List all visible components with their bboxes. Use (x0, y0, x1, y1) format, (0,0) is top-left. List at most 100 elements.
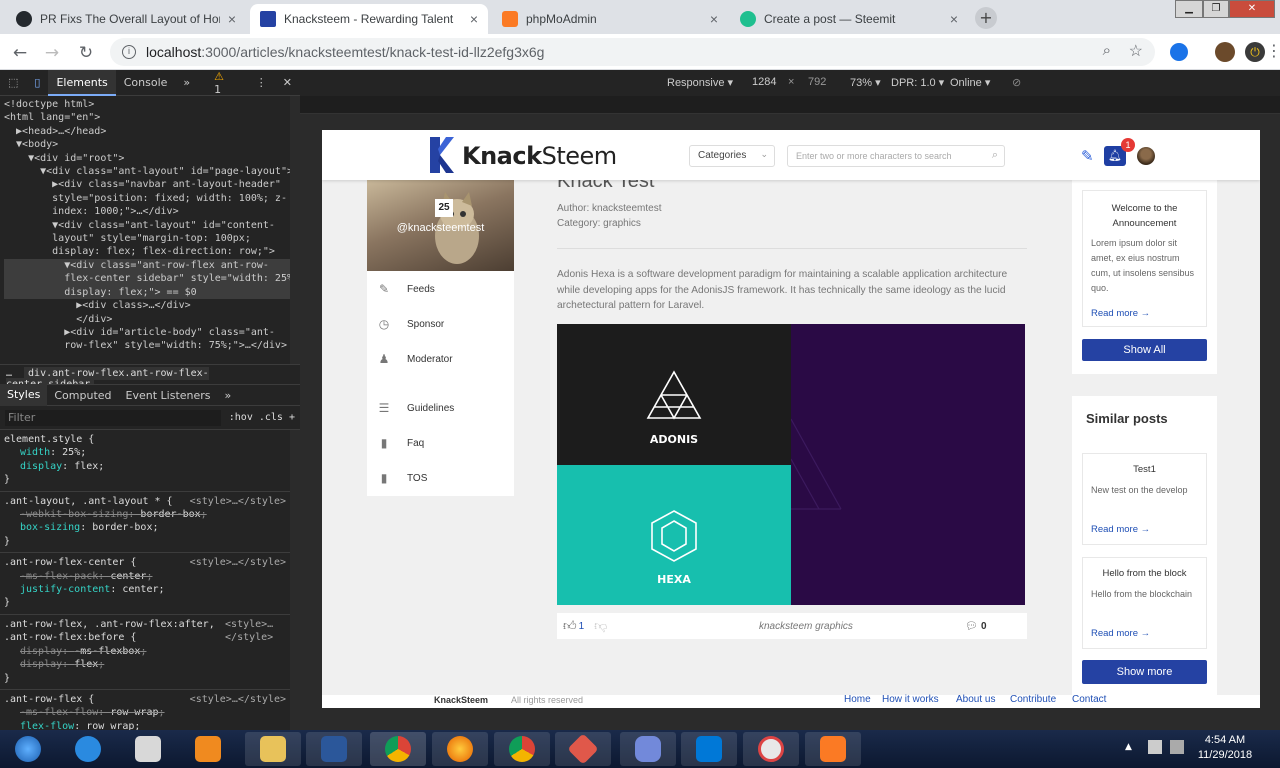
rule-source[interactable]: <style>…</style> (190, 556, 286, 569)
taskbar-chrome[interactable] (370, 732, 426, 766)
tab-github[interactable]: PR Fixs The Overall Layout of Hom × (6, 4, 246, 34)
rule-source[interactable]: <style>…</style> (190, 693, 286, 706)
comment-icon[interactable]: 💬︎ (965, 621, 978, 632)
zoom-search-icon[interactable]: ⌕ (1103, 42, 1111, 59)
tray-network-icon[interactable] (1148, 740, 1162, 754)
css-property[interactable]: justify-content: center; (4, 583, 286, 596)
tab-knacksteem[interactable]: Knacksteem - Rewarding Talent × (250, 4, 488, 34)
styles-filter-input[interactable]: Filter (5, 409, 221, 426)
dom-line[interactable]: flex-center sidebar" style="width: 25%; (4, 272, 290, 286)
user-avatar[interactable] (1137, 147, 1155, 165)
extension-2-icon[interactable]: ⏻ (1245, 42, 1265, 62)
css-property[interactable]: flex-flow: row wrap; (4, 720, 286, 730)
hero-handle[interactable]: @knacksteemtest (367, 222, 514, 234)
knacksteem-logo-icon[interactable] (428, 135, 456, 175)
similar-post-card[interactable]: Test1 New test on the develop Read more … (1082, 453, 1207, 545)
dom-line[interactable]: ▼<div id="root"> (4, 152, 290, 165)
dom-line[interactable]: index: 1000;">…</div> (4, 205, 290, 218)
taskbar-media-player[interactable] (180, 732, 236, 766)
tab-elements[interactable]: Elements (48, 69, 116, 96)
dom-line[interactable]: ▶<div class="navbar ant-layout-header" (4, 178, 290, 191)
sidebar-item-tos[interactable]: ▮ TOS (377, 471, 428, 485)
device-toggle-icon[interactable]: ▯ (26, 76, 48, 89)
read-more-link[interactable]: Read more → (1091, 628, 1150, 639)
taskbar-ie[interactable] (60, 732, 116, 766)
device-height-input[interactable]: 792 (808, 76, 826, 88)
thumbs-down-icon[interactable]: 👎︎ (594, 618, 607, 634)
show-all-button[interactable]: Show All (1082, 339, 1207, 361)
footer-link-home[interactable]: Home (844, 694, 871, 705)
taskbar-vscode[interactable] (681, 732, 737, 766)
thumbs-up-icon[interactable]: 👍︎ (563, 618, 577, 634)
device-mode-select[interactable]: Responsive ▾ (667, 76, 733, 89)
reload-icon[interactable]: ↻ (76, 43, 96, 63)
dom-line[interactable]: display: flex; flex-direction: row;"> (4, 245, 290, 258)
new-post-pencil-icon[interactable]: ✎ (1081, 147, 1094, 165)
taskbar-chrome-2[interactable] (494, 732, 550, 766)
dom-line[interactable]: ▼<body> (4, 138, 290, 151)
taskbar-xampp[interactable] (805, 732, 861, 766)
more-style-tabs[interactable]: » (218, 389, 239, 402)
close-icon[interactable]: × (710, 11, 718, 27)
tab-styles[interactable]: Styles (0, 384, 48, 406)
tab-console[interactable]: Console (116, 76, 176, 89)
taskbar-word[interactable] (306, 732, 362, 766)
dom-line[interactable]: display: flex;"> == $0 (4, 285, 290, 300)
categories-select[interactable]: Categories ⌄ (689, 145, 775, 167)
close-icon[interactable]: × (950, 11, 958, 27)
taskbar-itunes[interactable] (743, 732, 799, 766)
rule-source[interactable]: <style>…</style> (225, 618, 286, 645)
sidebar-item-faq[interactable]: ▮ Faq (377, 436, 425, 450)
footer-link-about[interactable]: About us (956, 694, 995, 705)
css-property[interactable]: -ms-flex-flow: row wrap; (4, 706, 286, 719)
menu-dots-icon[interactable]: ⋮ (1266, 41, 1280, 60)
taskbar-explorer[interactable] (245, 732, 301, 766)
dom-line[interactable]: </div> (4, 313, 290, 326)
dom-scrollbar[interactable] (290, 96, 300, 364)
style-rule[interactable]: element.style {width: 25%; display: flex;… (0, 430, 290, 492)
dom-line[interactable]: ▼<div class="ant-row-flex ant-row- (4, 258, 290, 273)
dom-line[interactable]: layout" style="margin-top: 100px; (4, 232, 290, 245)
styles-scrollbar[interactable] (290, 430, 300, 730)
style-rule[interactable]: .ant-row-flex, .ant-row-flex:after, .ant… (0, 615, 290, 690)
sidebar-item-sponsor[interactable]: ◷ Sponsor (377, 317, 445, 331)
dom-line[interactable]: <!doctype html> (4, 98, 290, 111)
warning-badge[interactable]: ⚠ 1 (198, 70, 248, 96)
similar-post-card[interactable]: Hello from the block Hello from the bloc… (1082, 557, 1207, 649)
tab-phpmoadmin[interactable]: phpMoAdmin × (492, 4, 728, 34)
star-icon[interactable]: ☆ (1129, 41, 1143, 61)
css-property[interactable]: box-sizing: border-box; (4, 521, 286, 534)
close-window-button[interactable]: ✕ (1229, 0, 1275, 18)
inspect-icon[interactable]: ⬚ (0, 76, 26, 89)
tab-steemit[interactable]: Create a post — Steemit × (730, 4, 968, 34)
start-button[interactable] (2, 732, 54, 766)
back-arrow-icon[interactable]: ← (10, 43, 30, 63)
site-logo-text[interactable]: KnackSteem (462, 142, 617, 170)
sidebar-item-moderator[interactable]: ♟ Moderator (377, 352, 453, 366)
sidebar-item-feeds[interactable]: ✎ Feeds (377, 282, 435, 296)
read-more-link[interactable]: Read more → (1091, 524, 1150, 535)
dom-line[interactable]: ▶<div id="article-body" class="ant- (4, 326, 290, 339)
new-tab-button[interactable]: + (975, 7, 997, 29)
css-property[interactable]: display: flex; (4, 658, 286, 671)
footer-link-contribute[interactable]: Contribute (1010, 694, 1056, 705)
css-property[interactable]: -webkit-box-sizing: border-box; (4, 508, 286, 521)
extension-icon[interactable] (1170, 43, 1188, 61)
info-icon[interactable]: i (122, 45, 136, 59)
dom-line[interactable]: <html lang="en"> (4, 111, 290, 124)
style-rule[interactable]: .ant-layout, .ant-layout * {<style>…</st… (0, 492, 290, 554)
dpr-select[interactable]: DPR: 1.0 ▾ (891, 76, 944, 89)
taskbar-firefox[interactable] (432, 732, 488, 766)
minimize-button[interactable]: ▁ (1175, 0, 1203, 18)
zoom-select[interactable]: 73% ▾ (850, 76, 881, 89)
tray-volume-icon[interactable] (1170, 740, 1184, 754)
footer-link-how-it-works[interactable]: How it works (882, 694, 939, 705)
taskbar-git[interactable] (555, 732, 611, 766)
taskbar-discord[interactable] (620, 732, 676, 766)
article-tags[interactable]: knacksteem graphics (759, 621, 853, 632)
maximize-button[interactable]: ❐ (1203, 0, 1229, 18)
taskbar-calculator[interactable] (120, 732, 176, 766)
show-more-button[interactable]: Show more (1082, 660, 1207, 684)
devtools-close-icon[interactable]: ✕ (275, 76, 300, 89)
read-more-link[interactable]: Read more → (1091, 308, 1150, 319)
